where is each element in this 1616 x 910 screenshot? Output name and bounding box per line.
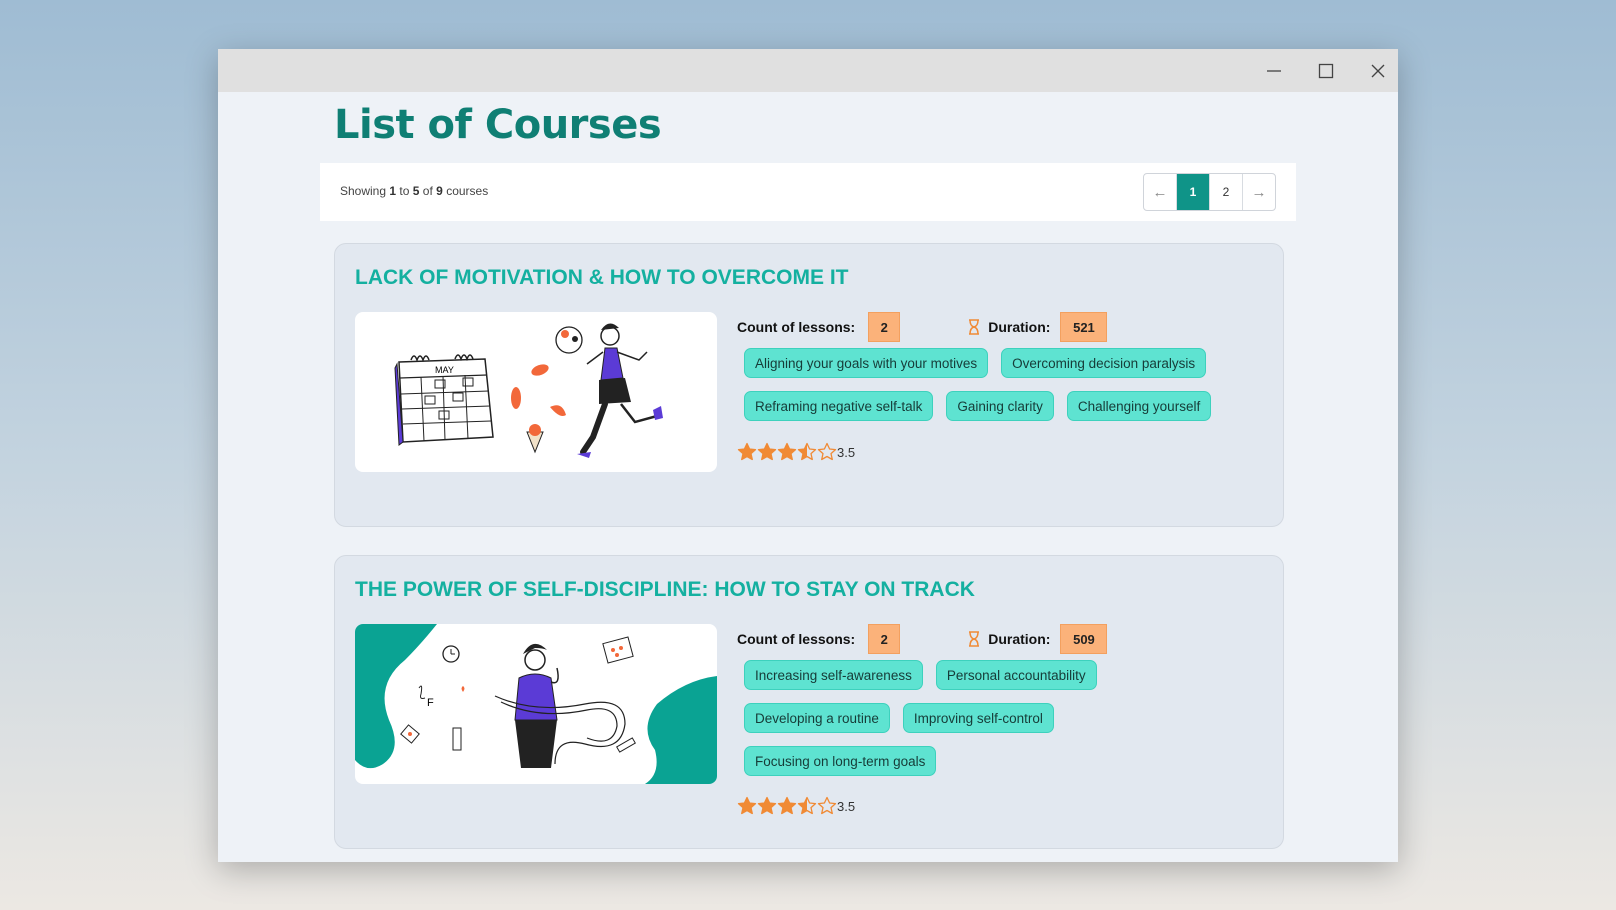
stats-row: Count of lessons: 2 Duration: 509 — [737, 624, 1108, 654]
showing-total: 9 — [436, 184, 443, 198]
tag-chip[interactable]: Increasing self-awareness — [744, 660, 923, 690]
star-full-icon — [737, 442, 757, 461]
hourglass-icon — [969, 631, 980, 647]
star-full-icon — [777, 796, 797, 815]
course-image: F — [355, 624, 717, 784]
showing-to-word: to — [399, 184, 410, 198]
stats-row: Count of lessons: 2 Duration: 521 — [737, 312, 1108, 342]
star-rating — [737, 442, 837, 462]
tag-chip[interactable]: Personal accountability — [935, 660, 1097, 690]
tag-chip[interactable]: Focusing on long-term goals — [744, 746, 937, 776]
lessons-count-badge: 2 — [868, 624, 901, 654]
lessons-label: Count of lessons: — [737, 319, 856, 335]
showing-of-word: of — [422, 184, 433, 198]
star-half-icon — [797, 796, 817, 815]
prev-page-button[interactable]: ← — [1144, 174, 1176, 210]
minimize-icon — [1267, 69, 1281, 72]
tag-chip[interactable]: Gaining clarity — [946, 391, 1054, 421]
star-full-icon — [777, 442, 797, 461]
showing-text: Showing 1 to 5 of 9 courses — [340, 184, 488, 198]
rating-value: 3.5 — [837, 444, 856, 460]
lessons-label: Count of lessons: — [737, 631, 856, 647]
rating: 3.5 — [737, 796, 855, 816]
showing-from: 1 — [389, 184, 397, 198]
pagination: ← 1 2 → — [1143, 173, 1276, 211]
maximize-button[interactable] — [1300, 49, 1352, 92]
star-empty-icon — [817, 442, 837, 461]
svg-text:MAY: MAY — [435, 365, 454, 375]
food-illustration — [511, 326, 583, 454]
rating: 3.5 — [737, 442, 855, 462]
lessons-count-badge: 2 — [868, 312, 901, 342]
next-page-button[interactable]: → — [1242, 174, 1275, 210]
arrow-right-icon: → — [1251, 183, 1267, 201]
star-half-icon — [797, 442, 817, 461]
tag-chip[interactable]: Improving self-control — [902, 703, 1054, 733]
star-full-icon — [757, 442, 777, 461]
svg-text:F: F — [427, 697, 434, 709]
page-1-button[interactable]: 1 — [1176, 174, 1209, 210]
showing-suffix: courses — [446, 184, 489, 198]
showing-to: 5 — [412, 184, 420, 198]
star-full-icon — [757, 796, 777, 815]
duration-label: Duration: — [988, 631, 1051, 647]
showing-prefix: Showing — [340, 184, 387, 198]
tag-list: Aligning your goals with your motives Ov… — [744, 348, 1244, 421]
close-button[interactable] — [1352, 49, 1398, 92]
running-woman-illustration — [577, 323, 663, 458]
pager-bar: Showing 1 to 5 of 9 courses ← 1 2 → — [320, 163, 1296, 221]
thinking-woman-illustration — [494, 643, 626, 768]
page-2-button[interactable]: 2 — [1209, 174, 1242, 210]
tag-chip[interactable]: Overcoming decision paralysis — [1001, 348, 1207, 378]
tag-chip[interactable]: Reframing negative self-talk — [744, 391, 934, 421]
star-rating — [737, 796, 837, 816]
duration-label: Duration: — [988, 319, 1051, 335]
star-full-icon — [737, 796, 757, 815]
minimize-button[interactable] — [1248, 49, 1300, 92]
course-image: MAY — [355, 312, 717, 472]
main-content: List of Courses Showing 1 to 5 of 9 cour… — [218, 92, 1398, 862]
close-icon — [1371, 64, 1385, 77]
course-card: THE POWER OF SELF-DISCIPLINE: HOW TO STA… — [334, 555, 1284, 849]
calendar-illustration: MAY — [394, 354, 494, 446]
tag-chip[interactable]: Developing a routine — [744, 703, 890, 733]
page-title: List of Courses — [334, 102, 662, 148]
maximize-icon — [1318, 63, 1334, 78]
course-title[interactable]: THE POWER OF SELF-DISCIPLINE: HOW TO STA… — [355, 578, 975, 602]
duration-badge: 521 — [1060, 312, 1108, 342]
arrow-left-icon: ← — [1152, 183, 1168, 201]
title-bar — [218, 49, 1398, 92]
tag-chip[interactable]: Challenging yourself — [1066, 391, 1212, 421]
course-title[interactable]: LACK OF MOTIVATION & HOW TO OVERCOME IT — [355, 266, 848, 290]
tag-chip[interactable]: Aligning your goals with your motives — [744, 348, 989, 378]
tag-list: Increasing self-awareness Personal accou… — [744, 660, 1244, 776]
rating-value: 3.5 — [837, 798, 856, 814]
star-empty-icon — [817, 796, 837, 815]
app-window: List of Courses Showing 1 to 5 of 9 cour… — [218, 49, 1398, 862]
duration-badge: 509 — [1060, 624, 1108, 654]
hourglass-icon — [969, 319, 980, 335]
course-card: LACK OF MOTIVATION & HOW TO OVERCOME IT … — [334, 243, 1284, 527]
